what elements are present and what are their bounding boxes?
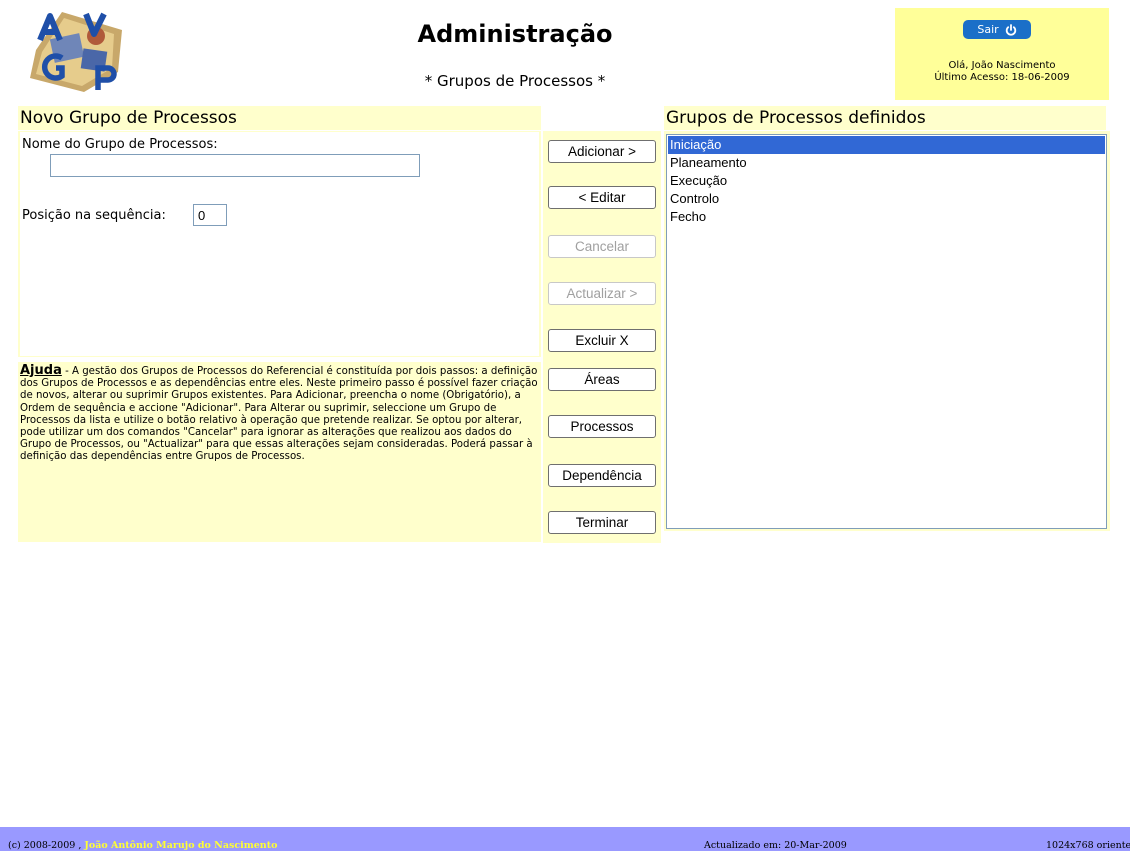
help-panel: Ajuda - A gestão dos Grupos de Processos… [18,362,541,542]
list-item[interactable]: Controlo [668,190,1105,208]
logout-button[interactable]: Sair [963,20,1031,39]
action-buttons: Adicionar > < Editar Cancelar Actualizar… [543,131,661,543]
delete-button[interactable]: Excluir X [548,329,656,352]
footer-copyright: (c) 2008-2009 , João Antônio Marujo do N… [8,840,277,851]
list-item[interactable]: Iniciação [668,136,1105,154]
footer-orientation: 1024x768 oriented [1046,840,1130,851]
logo [22,6,132,94]
user-info: Olá, João Nascimento Último Acesso: 18-0… [895,60,1109,84]
list-item[interactable]: Execução [668,172,1105,190]
name-label: Nome do Grupo de Processos: [22,137,218,152]
new-group-form: Nome do Grupo de Processos: Posição na s… [18,131,541,357]
help-title: Ajuda [20,363,62,378]
position-input[interactable] [193,204,227,226]
cancel-button[interactable]: Cancelar [548,235,656,258]
processes-button[interactable]: Processos [548,415,656,438]
footer: (c) 2008-2009 , João Antônio Marujo do N… [0,827,1130,851]
list-item[interactable]: Fecho [668,208,1105,226]
update-button[interactable]: Actualizar > [548,282,656,305]
new-group-heading: Novo Grupo de Processos [18,106,541,130]
footer-updated: Actualizado em: 20-Mar-2009 [704,840,847,851]
edit-button[interactable]: < Editar [548,186,656,209]
author-link[interactable]: João Antônio Marujo do Nascimento [84,840,277,851]
defined-groups-heading: Grupos de Processos definidos [664,106,1106,130]
add-button[interactable]: Adicionar > [548,140,656,163]
page-title: Administração [417,20,613,48]
help-text: - A gestão dos Grupos de Processos do Re… [20,366,538,463]
page-subtitle: * Grupos de Processos * [424,72,606,90]
user-panel: Sair Olá, João Nascimento Último Acesso:… [895,8,1109,100]
logout-label: Sair [977,23,999,36]
groups-list-panel: Iniciação Planeamento Execução Controlo … [664,131,1110,531]
areas-button[interactable]: Áreas [548,368,656,391]
list-item[interactable]: Planeamento [668,154,1105,172]
finish-button[interactable]: Terminar [548,511,656,534]
dependency-button[interactable]: Dependência [548,464,656,487]
power-icon [1005,23,1016,36]
groups-listbox[interactable]: Iniciação Planeamento Execução Controlo … [666,134,1107,529]
copyright-text: (c) 2008-2009 , [8,840,82,851]
group-name-input[interactable] [50,154,420,177]
position-label: Posição na sequência: [22,208,166,223]
user-greeting: Olá, João Nascimento [948,60,1056,71]
last-access: Último Acesso: 18-06-2009 [934,72,1070,83]
logo-graphic [30,12,122,92]
